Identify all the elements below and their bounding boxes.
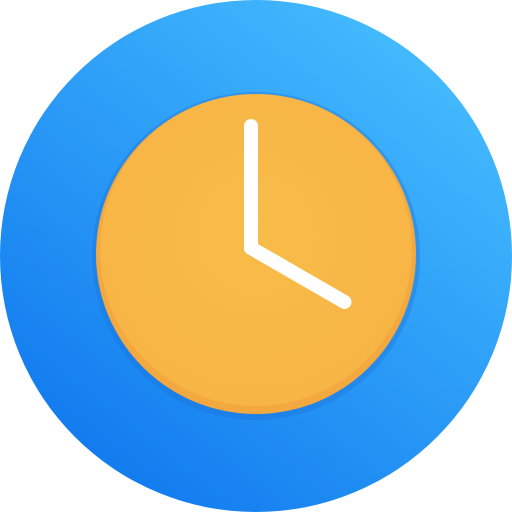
clock-app-icon[interactable] (0, 0, 512, 512)
clock-icon (0, 0, 512, 512)
